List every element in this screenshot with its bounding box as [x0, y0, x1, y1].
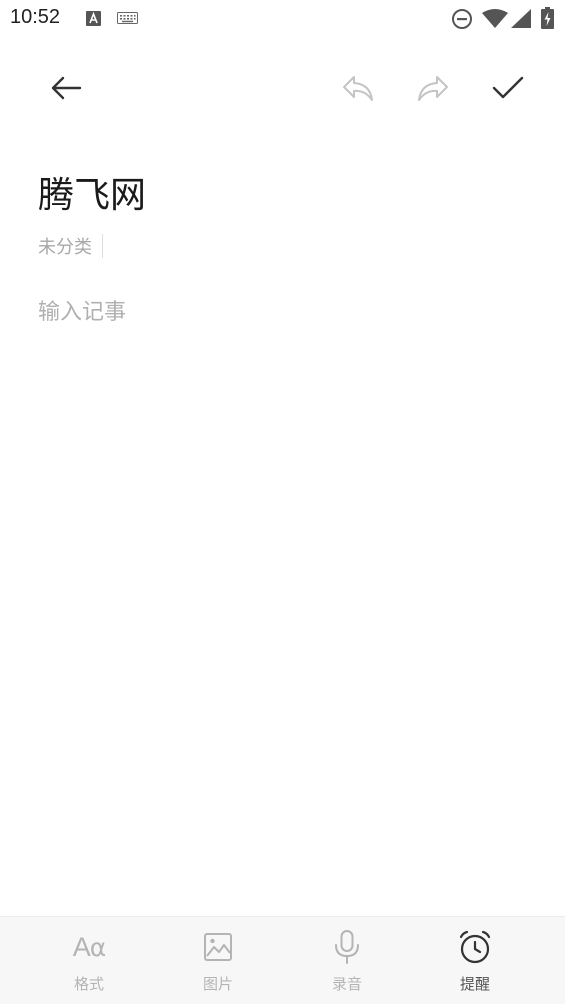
image-icon: [198, 927, 238, 967]
tab-record[interactable]: 录音: [297, 917, 397, 1004]
arrow-left-icon: [51, 76, 82, 100]
tab-format-label: 格式: [73, 975, 104, 993]
text-format-icon: Aα: [72, 931, 107, 962]
category-divider: [102, 234, 103, 258]
tab-image-label: 图片: [202, 975, 233, 993]
status-bar: 10:52: [0, 0, 565, 38]
text-a-icon: [86, 11, 101, 26]
note-title[interactable]: 腾飞网: [38, 170, 146, 222]
status-time: 10:52: [10, 6, 61, 28]
microphone-icon: [327, 927, 367, 967]
confirm-button[interactable]: [480, 60, 536, 116]
tab-reminder[interactable]: 提醒: [425, 917, 525, 1004]
alarm-clock-icon: [455, 927, 495, 967]
redo-button[interactable]: [405, 60, 461, 116]
redo-icon: [418, 76, 448, 101]
do-not-disturb-icon: [452, 9, 472, 29]
category-label: 未分类: [38, 237, 92, 258]
back-button[interactable]: [38, 60, 94, 116]
undo-icon: [343, 76, 373, 101]
note-body-input[interactable]: 输入记事: [38, 296, 528, 330]
battery-charging-icon: [541, 7, 554, 29]
tab-format[interactable]: Aα 格式: [39, 917, 139, 1004]
note-editor-screen: 10:52 腾飞网 未分类 输入记事 Aα 格式 图片 录音 提醒: [0, 0, 565, 1004]
category-selector[interactable]: 未分类: [38, 232, 103, 260]
tab-record-label: 录音: [331, 975, 362, 993]
tab-reminder-label: 提醒: [459, 975, 490, 993]
bottom-toolbar: Aα 格式 图片 录音 提醒: [0, 916, 565, 1004]
cell-signal-icon: [511, 9, 531, 28]
undo-button[interactable]: [330, 60, 386, 116]
check-icon: [492, 76, 524, 99]
tab-image[interactable]: 图片: [168, 917, 268, 1004]
keyboard-icon: [117, 12, 138, 24]
wifi-icon: [482, 9, 508, 28]
